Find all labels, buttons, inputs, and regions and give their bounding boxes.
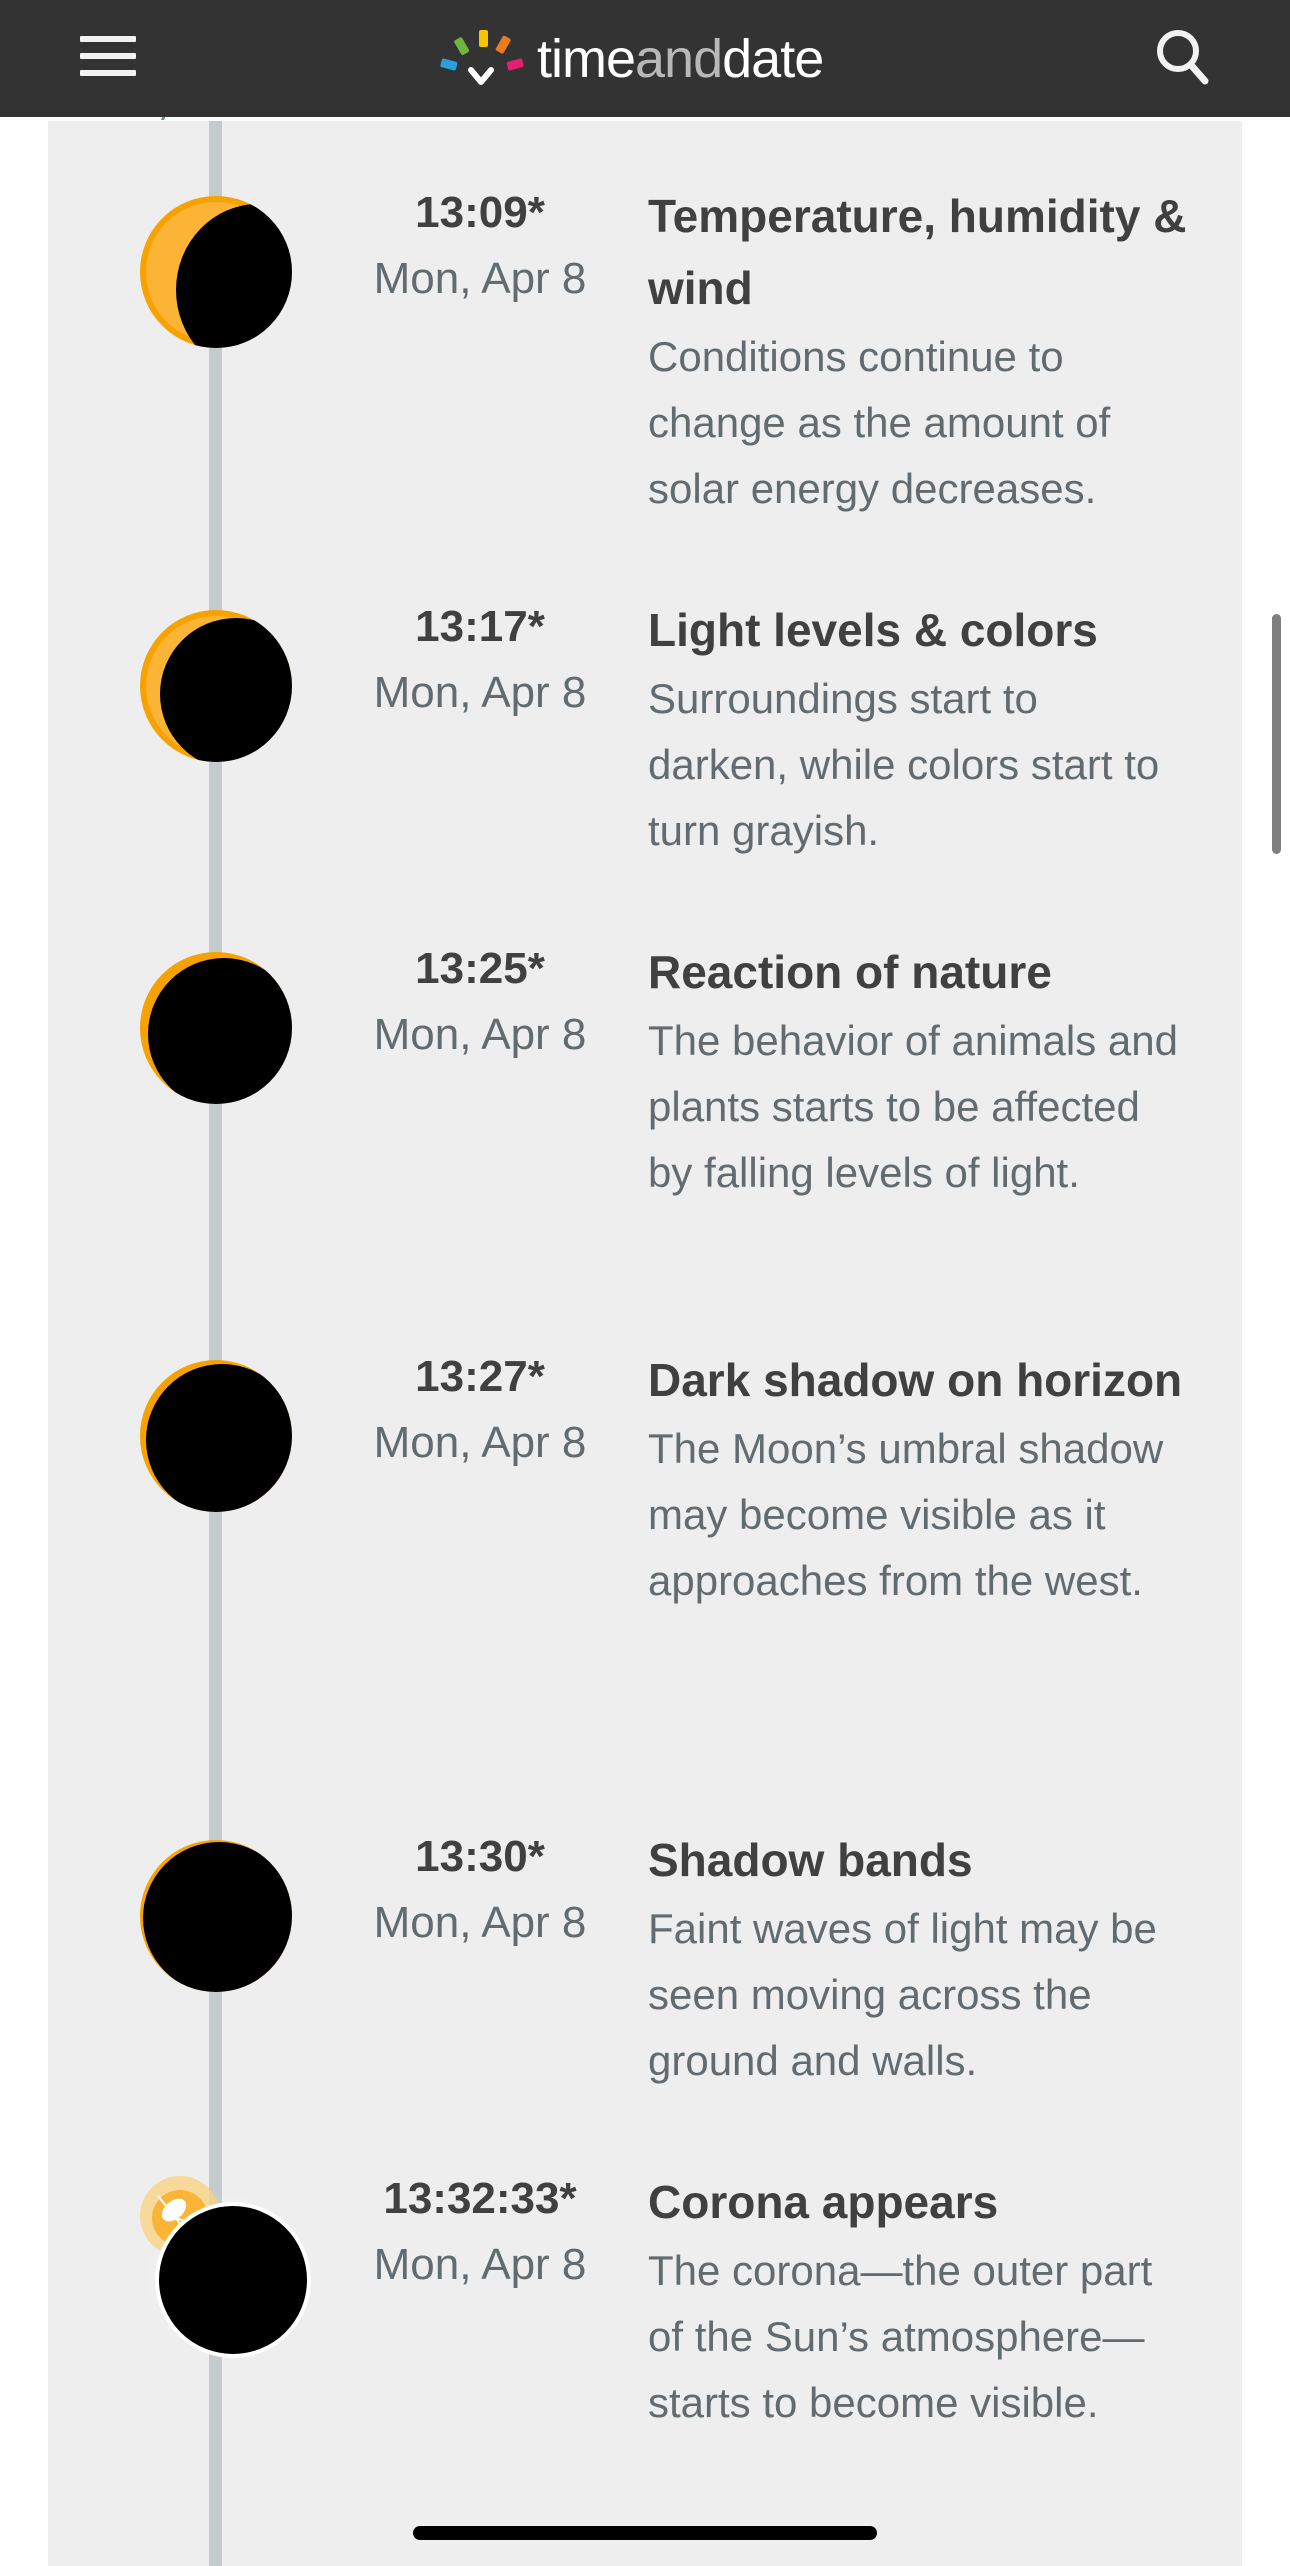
partial-eclipse-icon: [136, 192, 296, 352]
event-title: Temperature, humidity & wind: [648, 190, 1187, 314]
event-date: Mon, Apr 8: [373, 1898, 587, 1947]
partial-eclipse-icon: [136, 1836, 296, 1996]
event-date: Mon, Apr 8: [373, 668, 587, 717]
event-time: 13:09*: [415, 188, 545, 237]
event-title: Dark shadow on horizon: [648, 1354, 1183, 1406]
timeanddate-logo[interactable]: timeanddate: [435, 24, 824, 94]
event-date: Mon, Apr 8: [373, 2240, 587, 2289]
logo-mark-icon: [440, 30, 524, 85]
event-title: Light levels & colors: [648, 604, 1098, 656]
event-date: Mon, Apr 8: [373, 1010, 587, 1059]
event-time: 13:25*: [415, 944, 545, 993]
event-description: The behavior of animals and plants start…: [648, 1017, 1178, 1196]
event-time: 13:32:33*: [383, 2174, 577, 2223]
partial-eclipse-icon: [136, 606, 296, 766]
event-time: 13:17*: [415, 602, 545, 651]
event-time: 13:30*: [415, 1832, 545, 1881]
event-title: Corona appears: [648, 2176, 999, 2228]
event-description: The Moon’s umbral shadow may become visi…: [648, 1425, 1164, 1604]
event-title: Shadow bands: [648, 1834, 973, 1886]
home-indicator[interactable]: [413, 2526, 877, 2540]
event-title: Reaction of nature: [648, 946, 1052, 998]
event-date: Mon, Apr 8: [373, 254, 587, 303]
vertical-scrollbar[interactable]: [1272, 614, 1281, 854]
partial-eclipse-icon: [136, 1356, 296, 1516]
event-description: Conditions continue to change as the amo…: [648, 333, 1111, 512]
top-navigation-bar: timeanddate: [0, 0, 1290, 117]
event-date: Mon, Apr 8: [373, 1418, 587, 1467]
logo-text: timeanddate: [537, 29, 824, 89]
diamond-ring-eclipse-icon: [118, 2166, 318, 2366]
search-icon[interactable]: [1152, 26, 1212, 86]
hamburger-menu-icon[interactable]: [80, 36, 136, 76]
event-description: Faint waves of light may be seen moving …: [648, 1905, 1157, 2084]
event-time: 13:27*: [415, 1352, 545, 1401]
event-description: Surroundings start to darken, while colo…: [648, 675, 1160, 854]
partial-eclipse-icon: [136, 948, 296, 1108]
event-description: The corona—the outer part of the Sun’s a…: [648, 2247, 1153, 2426]
